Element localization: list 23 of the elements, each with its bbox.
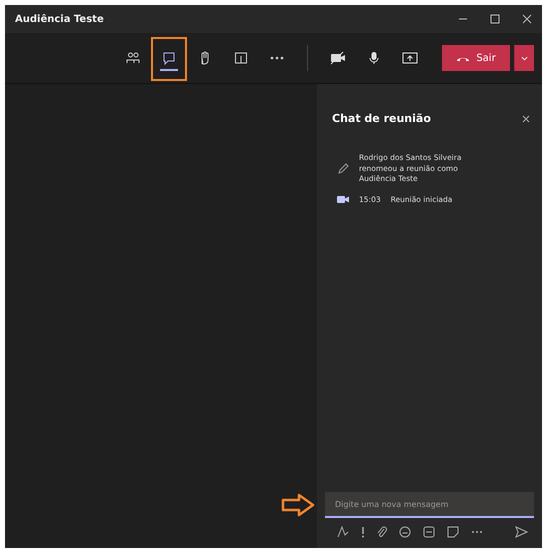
paperclip-icon[interactable]	[377, 526, 387, 538]
message-field[interactable]: Digite uma nova mensagem	[325, 492, 534, 518]
rooms-icon	[234, 51, 248, 65]
chat-icon	[162, 51, 176, 65]
pencil-icon	[337, 162, 349, 175]
format-icon[interactable]	[337, 526, 349, 538]
people-icon	[126, 51, 140, 65]
exclamation-icon[interactable]	[361, 526, 365, 538]
video-icon	[337, 195, 349, 204]
microphone-icon	[368, 51, 380, 65]
leave-button[interactable]: Sair	[442, 45, 510, 71]
sticker-icon[interactable]	[447, 526, 459, 538]
close-icon[interactable]	[522, 114, 530, 122]
window-title: Audiência Teste	[15, 14, 104, 24]
more-icon	[270, 56, 284, 60]
share-screen-icon	[402, 51, 418, 65]
maximize-icon[interactable]	[490, 14, 500, 24]
chat-title: Chat de reunião	[332, 112, 431, 125]
more-icon[interactable]	[471, 530, 483, 534]
camera-off-icon	[330, 51, 346, 65]
send-icon[interactable]	[515, 526, 528, 538]
close-icon[interactable]	[522, 14, 532, 24]
caret-icon	[521, 56, 528, 60]
